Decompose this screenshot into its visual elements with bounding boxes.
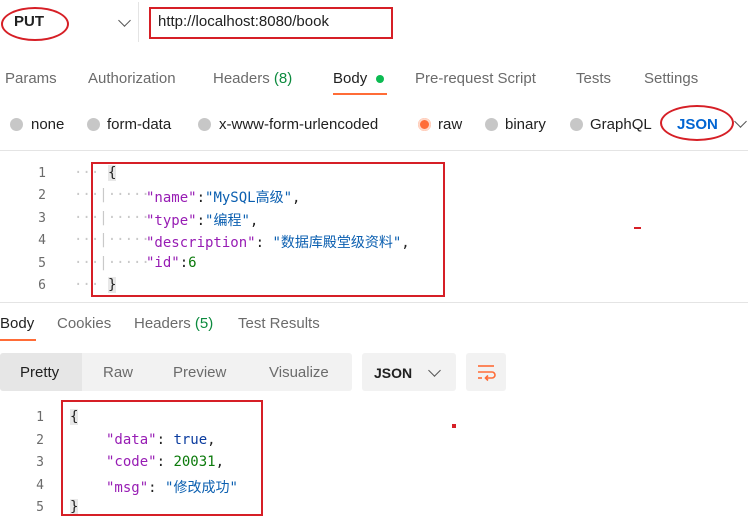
tab-pre-request-script[interactable]: Pre-request Script — [415, 70, 536, 87]
json-annotation — [660, 105, 734, 141]
line-number: 3 — [36, 455, 44, 470]
line-number: 1 — [38, 166, 46, 181]
response-body-annotation — [61, 400, 263, 516]
wrap-lines-icon — [478, 365, 496, 382]
radio-binary[interactable] — [485, 118, 498, 131]
line-number: 5 — [36, 500, 44, 515]
line-number: 3 — [38, 211, 46, 226]
view-mode-raw[interactable]: Raw — [103, 364, 133, 381]
line-number: 6 — [38, 278, 46, 293]
radio-raw[interactable] — [418, 118, 431, 131]
red-mark — [452, 424, 456, 428]
response-tab-headers[interactable]: Headers (5) — [134, 315, 213, 332]
line-number: 2 — [38, 188, 46, 203]
headers-count: (8) — [273, 70, 293, 87]
line-number: 4 — [36, 478, 44, 493]
chevron-down-icon[interactable] — [734, 115, 747, 128]
body-status-dot — [376, 75, 384, 83]
response-tab-test-results[interactable]: Test Results — [238, 315, 320, 332]
request-body-annotation — [91, 162, 445, 297]
divider — [0, 150, 748, 151]
response-active-tab-indicator — [0, 339, 36, 341]
tab-headers-label: Headers — [213, 70, 270, 87]
radio-binary-label[interactable]: binary — [505, 116, 546, 133]
radio-none[interactable] — [10, 118, 23, 131]
view-mode-pretty[interactable]: Pretty — [20, 364, 59, 381]
red-mark — [634, 227, 641, 229]
line-number: 4 — [38, 233, 46, 248]
tab-settings[interactable]: Settings — [644, 70, 698, 87]
tab-tests[interactable]: Tests — [576, 70, 611, 87]
radio-graphql[interactable] — [570, 118, 583, 131]
tab-authorization[interactable]: Authorization — [88, 70, 176, 87]
tab-params[interactable]: Params — [5, 70, 57, 87]
tab-body[interactable]: Body — [333, 70, 367, 87]
radio-form-data[interactable] — [87, 118, 100, 131]
tab-headers[interactable]: Headers (8) — [213, 70, 292, 87]
radio-raw-label[interactable]: raw — [438, 116, 462, 133]
line-number: 2 — [36, 433, 44, 448]
radio-form-data-label[interactable]: form-data — [107, 116, 171, 133]
view-mode-preview[interactable]: Preview — [173, 364, 226, 381]
divider — [0, 302, 748, 303]
wrap-lines-button[interactable] — [466, 353, 506, 391]
response-format-label: JSON — [374, 365, 413, 381]
active-tab-indicator — [333, 93, 387, 95]
radio-none-label[interactable]: none — [31, 116, 64, 133]
response-tab-cookies[interactable]: Cookies — [57, 315, 111, 332]
response-headers-count: (5) — [194, 315, 214, 332]
radio-graphql-label[interactable]: GraphQL — [590, 116, 652, 133]
method-annotation — [1, 7, 69, 41]
view-mode-visualize[interactable]: Visualize — [269, 364, 329, 381]
radio-urlencoded[interactable] — [198, 118, 211, 131]
url-annotation — [149, 7, 393, 39]
response-tab-headers-label: Headers — [134, 315, 191, 332]
line-number: 1 — [36, 410, 44, 425]
line-number: 5 — [38, 256, 46, 271]
radio-urlencoded-label[interactable]: x-www-form-urlencoded — [219, 116, 378, 133]
response-tab-body[interactable]: Body — [0, 315, 34, 332]
